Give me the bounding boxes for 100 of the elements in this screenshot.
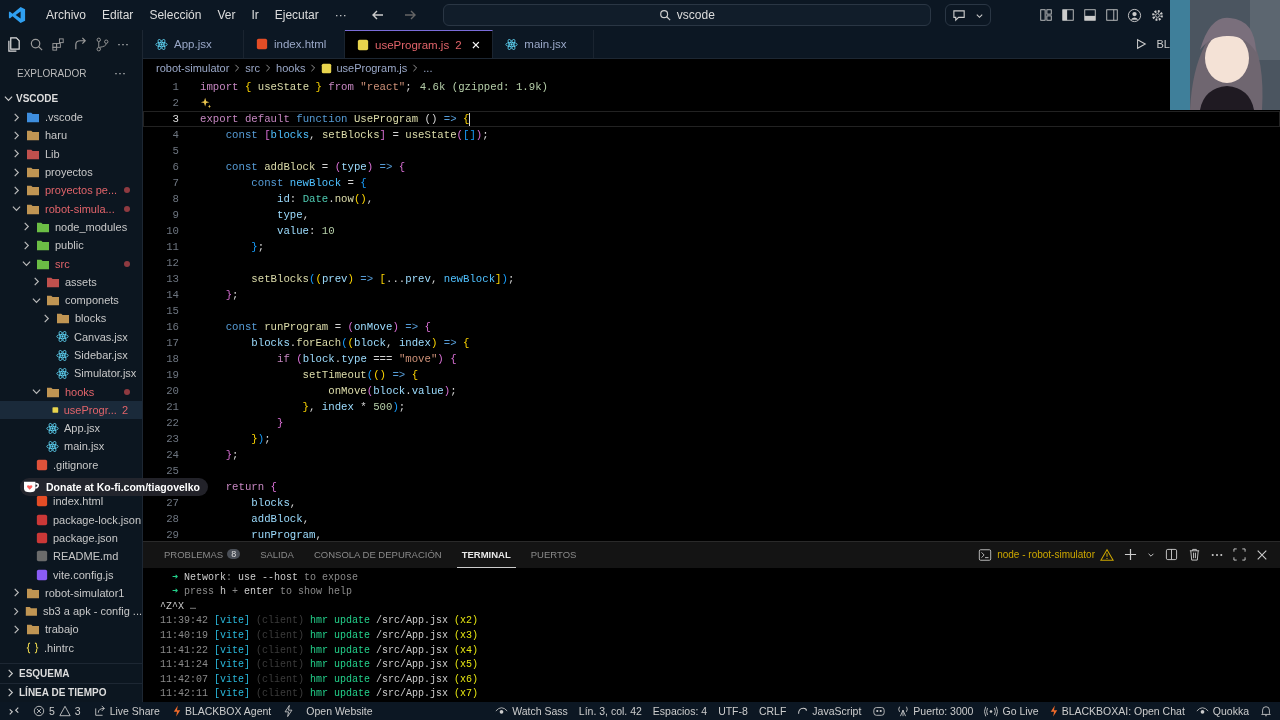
tree-item[interactable]: node_modules — [0, 217, 142, 237]
code-line: if (block.type === "move") { — [275, 353, 457, 365]
code-line: type, — [275, 209, 310, 221]
tree-item[interactable]: Simulator.jsx — [0, 364, 142, 383]
status-item[interactable]: Watch Sass — [495, 705, 568, 717]
code-line: const runProgram = (onMove) => { — [224, 321, 431, 333]
panel-tab[interactable]: CONSOLA DE DEPURACIÓN — [308, 542, 447, 568]
tree-item[interactable]: README.md — [0, 547, 142, 566]
status-item[interactable]: Quokka — [1195, 705, 1249, 717]
menu-item[interactable]: Ver — [211, 8, 242, 22]
tree-item[interactable]: .hintrc — [0, 638, 142, 657]
menu-item[interactable]: Ir — [245, 8, 265, 22]
breadcrumb-item[interactable]: src — [245, 62, 261, 74]
code-line: blocks, — [250, 497, 297, 509]
tree-item[interactable]: Lib — [0, 144, 142, 163]
workspace-header[interactable]: VSCODE — [0, 88, 142, 108]
line-number: 3 — [171, 113, 179, 125]
tree-item[interactable]: vite.config.js — [0, 565, 142, 584]
tree-item[interactable]: robot-simula... — [0, 199, 142, 218]
section-header[interactable]: ESQUEMA — [0, 663, 142, 683]
tree-item[interactable]: package-lock.json — [0, 510, 142, 529]
tree-item[interactable]: robot-simulator1 — [0, 583, 142, 602]
editor-tab[interactable]: App.jsx — [143, 30, 244, 58]
line-number: 8 — [171, 193, 179, 205]
tree-item[interactable]: assets — [0, 272, 142, 291]
line-number: 12 — [165, 257, 179, 269]
menu-item[interactable]: ··· — [328, 8, 353, 22]
toolbar-label[interactable]: BL — [1156, 38, 1170, 50]
status-item[interactable]: BLACKBOX Agent — [172, 705, 272, 717]
tree-item[interactable]: package.json — [0, 528, 142, 548]
terminal-line: 11:42:07 [vite] (client) hmr update /src/App.jsx (x6) — [160, 672, 480, 687]
tree-item[interactable]: proyectos pe... — [0, 181, 142, 200]
status-item[interactable]: BLACKBOXAI: Open Chat — [1049, 705, 1185, 717]
tree-item[interactable]: index.html — [0, 492, 142, 511]
menu-item[interactable]: Archivo — [40, 8, 92, 22]
panel-tab[interactable]: SALIDA — [255, 542, 299, 568]
breadcrumb-item[interactable]: hooks — [276, 62, 306, 74]
line-number: 11 — [165, 241, 179, 253]
status-item[interactable]: Espacios: 4 — [652, 705, 708, 717]
tree-item[interactable]: proyectos — [0, 162, 142, 182]
line-number: 17 — [165, 337, 179, 349]
status-item[interactable]: UTF-8 — [718, 705, 748, 717]
breadcrumb-item[interactable]: ... — [423, 62, 433, 74]
tree-item[interactable]: sb3 a apk - config ... — [0, 602, 142, 621]
tree-item[interactable]: Canvas.jsx — [0, 327, 142, 346]
panel-tab[interactable]: PROBLEMAS 8 — [159, 542, 246, 568]
tree-item[interactable]: public — [0, 236, 142, 255]
code-line: addBlock, — [250, 513, 310, 525]
tree-item[interactable]: App.jsx — [0, 419, 142, 438]
terminal-line: 11:41:24 [vite] (client) hmr update /src/App.jsx (x5) — [160, 658, 480, 673]
tree-item[interactable]: trabajo — [0, 620, 142, 639]
status-item[interactable]: CRLF — [758, 705, 787, 717]
tree-item[interactable]: componets — [0, 290, 142, 310]
code-line: }; — [224, 289, 239, 301]
line-number: 25 — [165, 465, 179, 477]
terminal-line: ➜ Network: use --host to expose — [171, 570, 360, 585]
more-button[interactable]: ··· — [117, 37, 129, 51]
status-item[interactable]: Lín. 3, col. 42 — [578, 705, 642, 717]
status-item[interactable]: Open Website — [306, 705, 373, 717]
line-number: 14 — [165, 289, 179, 301]
line-number: 16 — [165, 321, 179, 333]
menu-item[interactable]: Editar — [96, 8, 140, 22]
breadcrumb-item[interactable]: useProgram.js — [336, 62, 408, 74]
terminal-line: ^Z^X … — [160, 599, 197, 614]
tree-item[interactable]: src — [0, 254, 142, 273]
problems-indicator[interactable]: 5 3 — [33, 705, 81, 717]
code-line: const addBlock = (type) => { — [224, 161, 406, 173]
breadcrumb-item[interactable]: robot-simulator — [156, 62, 230, 74]
editor-tab[interactable]: main.jsx — [493, 30, 595, 58]
tree-item[interactable]: main.jsx — [0, 437, 142, 456]
code-line: }, index * 500); — [301, 401, 406, 413]
status-item[interactable]: Go Live — [984, 705, 1039, 717]
terminal-line: 11:41:22 [vite] (client) hmr update /src/App.jsx (x4) — [160, 643, 480, 658]
line-number: 9 — [171, 209, 179, 221]
menu-item[interactable]: Selección — [143, 8, 208, 22]
tree-item[interactable]: haru — [0, 126, 142, 145]
terminal-line: 11:40:19 [vite] (client) hmr update /src/App.jsx (x3) — [160, 629, 480, 644]
line-number: 15 — [165, 305, 179, 317]
status-item[interactable]: JavaScript — [797, 705, 862, 717]
menu-item[interactable]: Ejecutar — [268, 8, 325, 22]
terminal-selector[interactable]: node - robot-simulator — [978, 547, 1114, 562]
panel-tab[interactable]: TERMINAL — [456, 542, 516, 568]
line-number: 28 — [165, 513, 179, 525]
tree-item[interactable]: hooks — [0, 382, 142, 401]
search-field[interactable]: vscode — [442, 4, 931, 26]
tree-item[interactable]: blocks — [0, 309, 142, 328]
panel-tab[interactable]: PUERTOS — [525, 542, 582, 568]
code-line: const [blocks, setBlocks] = useState([]); — [224, 129, 489, 141]
status-item[interactable]: Live Share — [93, 705, 160, 717]
editor-tab[interactable]: useProgram.js 2 × — [345, 30, 494, 58]
code-line: setTimeout(() => { — [301, 369, 419, 381]
tree-item[interactable]: useProgr... 2 — [0, 400, 142, 420]
more-button[interactable]: ··· — [114, 66, 126, 80]
line-number: 29 — [165, 529, 179, 541]
terminal-line: 11:39:42 [vite] (client) hmr update /src/App.jsx (x2) — [160, 614, 480, 629]
status-item[interactable]: Puerto: 3000 — [897, 705, 974, 717]
tree-item[interactable]: .vscode — [0, 108, 142, 127]
tree-item[interactable]: .gitignore — [0, 455, 142, 474]
tree-item[interactable]: Sidebar.jsx — [0, 345, 142, 365]
code-line: value: 10 — [275, 225, 335, 237]
